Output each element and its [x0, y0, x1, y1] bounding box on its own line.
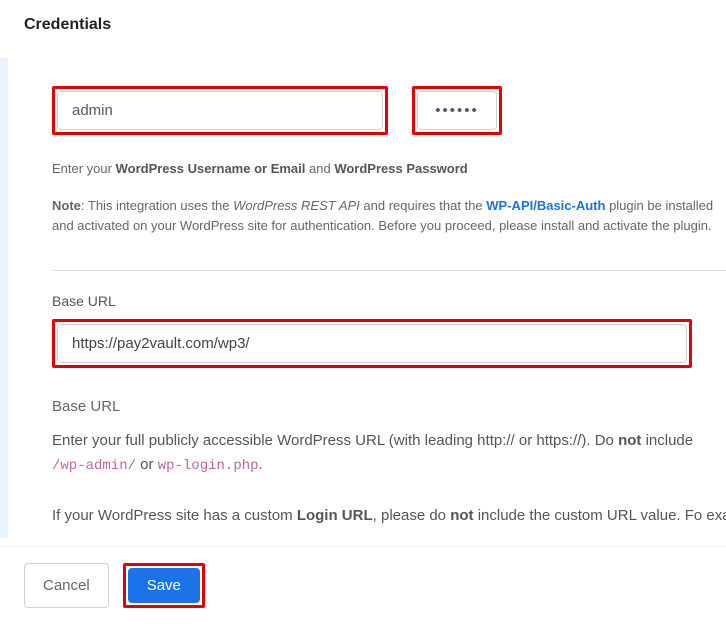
page-title: Credentials	[24, 16, 702, 34]
save-button[interactable]: Save	[128, 568, 200, 603]
plugin-link[interactable]: WP-API/Basic-Auth	[486, 198, 605, 213]
baseurl-description: Enter your full publicly accessible Word…	[52, 429, 726, 477]
username-input[interactable]	[57, 91, 383, 130]
password-highlight	[412, 86, 502, 135]
baseurl-highlight	[52, 319, 692, 368]
username-highlight	[52, 86, 388, 135]
section-divider	[52, 270, 726, 271]
baseurl-custom-note: If your WordPress site has a custom Logi…	[52, 504, 726, 538]
save-highlight: Save	[123, 563, 205, 608]
baseurl-sublabel: Base URL	[52, 398, 726, 415]
password-input[interactable]	[417, 91, 497, 130]
cancel-button[interactable]: Cancel	[24, 563, 109, 608]
baseurl-label: Base URL	[52, 293, 726, 309]
credentials-hint: Enter your WordPress Username or Email a…	[52, 161, 726, 176]
api-note: Note: This integration uses the WordPres…	[52, 196, 726, 270]
baseurl-input[interactable]	[57, 324, 687, 363]
